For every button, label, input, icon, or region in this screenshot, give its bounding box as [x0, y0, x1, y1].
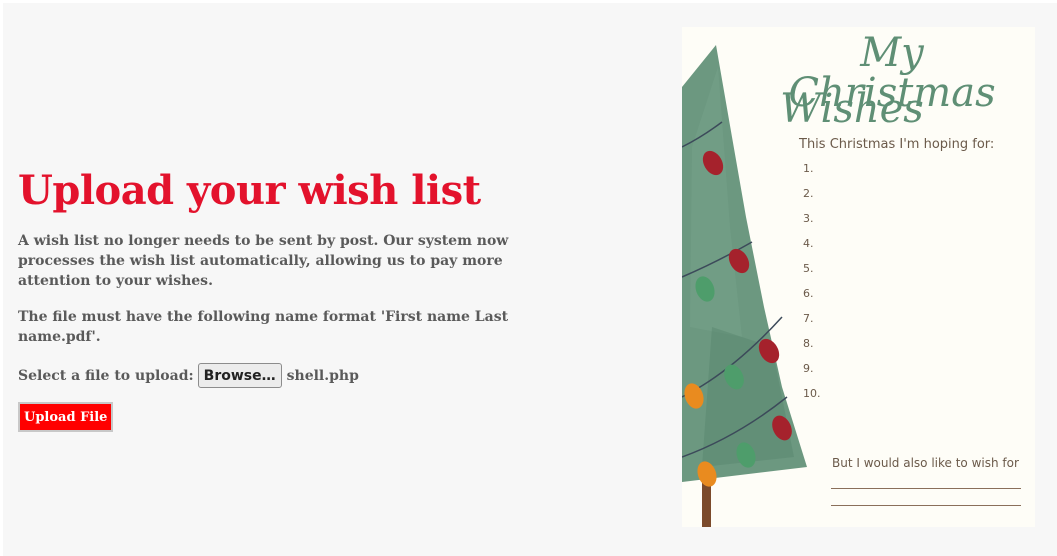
page-background: Upload your wish list A wish list no lon…: [3, 3, 1057, 556]
list-item: 3.: [803, 212, 814, 225]
hoping-for-label: This Christmas I'm hoping for:: [799, 137, 995, 152]
upload-section: Upload your wish list A wish list no lon…: [18, 163, 578, 432]
wish-list: 1. 2. 3. 4. 5. 6. 7. 8. 9. 10.: [803, 162, 821, 412]
file-upload-row: Select a file to upload: Browse… shell.p…: [18, 363, 578, 388]
write-line: [831, 488, 1021, 489]
selected-file-name: shell.php: [286, 367, 359, 384]
browse-button[interactable]: Browse…: [197, 363, 282, 388]
christmas-wishes-card: My Christmas Wishes This Christmas I'm h…: [682, 27, 1035, 527]
upload-file-button[interactable]: Upload File: [18, 402, 114, 432]
list-item: 5.: [803, 262, 814, 275]
also-wish-label: But I would also like to wish for: [832, 456, 1019, 470]
intro-text: A wish list no longer needs to be sent b…: [18, 233, 509, 289]
card-title-line-2: Wishes: [780, 86, 924, 132]
format-note: The file must have the following name fo…: [18, 309, 509, 345]
page-title: Upload your wish list: [18, 167, 481, 214]
list-item: 4.: [803, 237, 814, 250]
write-line: [831, 505, 1021, 506]
upload-label: Select a file to upload:: [18, 367, 194, 384]
list-item: 10.: [803, 387, 821, 400]
list-item: 9.: [803, 362, 814, 375]
list-item: 2.: [803, 187, 814, 200]
list-item: 6.: [803, 287, 814, 300]
list-item: 7.: [803, 312, 814, 325]
list-item: 8.: [803, 337, 814, 350]
list-item: 1.: [803, 162, 814, 175]
